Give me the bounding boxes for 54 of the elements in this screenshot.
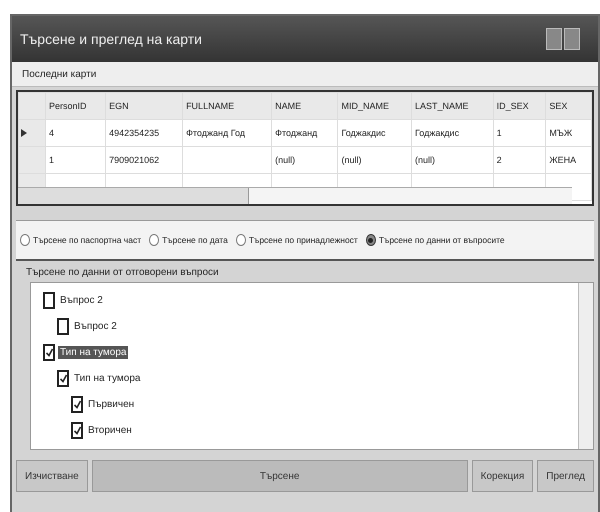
radio-option[interactable]: Търсене по данни от въпросите [366, 234, 505, 246]
checkbox[interactable] [71, 422, 83, 438]
window-title: Търсене и преглед на карти [20, 31, 203, 47]
checkmark-icon [74, 400, 80, 408]
table-cell: (null) [272, 146, 338, 174]
table-cell: 1 [493, 120, 546, 146]
table-cell: Годжакдис [412, 120, 494, 146]
table-cell: 4 [46, 120, 106, 146]
radio-option[interactable]: Търсене по паспортна част [20, 234, 142, 246]
checkbox[interactable] [57, 318, 69, 334]
column-header[interactable]: PersonID [46, 92, 106, 120]
column-header[interactable]: NAME [272, 92, 338, 120]
tree-item[interactable]: Въпрос 2 [58, 294, 105, 306]
table-cell: 4942354235 [106, 120, 183, 146]
action-button[interactable]: Търсене [92, 460, 468, 492]
table-cell: 2 [493, 146, 546, 174]
checkbox[interactable] [43, 292, 55, 308]
vertical-scrollbar[interactable] [578, 283, 593, 449]
checkmark-icon [60, 374, 66, 382]
action-button[interactable]: Преглед [537, 460, 594, 492]
table-cell: ЖЕНА [546, 146, 592, 174]
tree-item[interactable]: Въпрос 2 [72, 320, 119, 332]
radio-option[interactable]: Търсене по принадлежност [236, 234, 358, 246]
table-cell: (null) [338, 146, 412, 174]
column-header[interactable]: ID_SEX [493, 92, 546, 120]
tree-item[interactable]: Тип на тумора [58, 346, 128, 358]
column-header[interactable]: SEX [546, 92, 592, 120]
table-cell: 1 [46, 146, 106, 174]
column-header[interactable]: LAST_NAME [412, 92, 494, 120]
checkbox[interactable] [71, 396, 83, 412]
checkbox[interactable] [57, 370, 69, 386]
row-header[interactable] [18, 120, 46, 146]
column-header[interactable]: FULLNAME [182, 92, 272, 120]
tree-item[interactable]: Вторичен [86, 424, 134, 436]
checkmark-icon [74, 426, 80, 434]
row-pointer-icon [21, 129, 27, 137]
table-cell: (null) [412, 146, 494, 174]
menu-item[interactable]: Последни карти [22, 68, 96, 80]
group-label: Търсене по данни от отговорени въпроси [26, 267, 220, 278]
column-header[interactable]: MID_NAME [338, 92, 412, 120]
horizontal-scrollbar[interactable] [18, 187, 572, 204]
tree-item[interactable]: Първичен [86, 398, 136, 410]
table-cell: 7909021062 [106, 146, 183, 174]
column-header[interactable]: EGN [106, 92, 183, 120]
tree-item[interactable]: Тип на тумора [72, 372, 142, 384]
checkmark-icon [46, 348, 52, 356]
radio-option[interactable]: Търсене по дата [149, 234, 228, 246]
checkbox[interactable] [43, 344, 55, 360]
table-cell: Фтоджанд [272, 120, 338, 146]
action-button[interactable]: Изчистване [16, 460, 88, 492]
action-button[interactable]: Корекция [472, 460, 534, 492]
table-cell: МЪЖ [546, 120, 592, 146]
table-cell: Годжакдис [338, 120, 412, 146]
table-cell: Фтоджанд Год [182, 120, 272, 146]
